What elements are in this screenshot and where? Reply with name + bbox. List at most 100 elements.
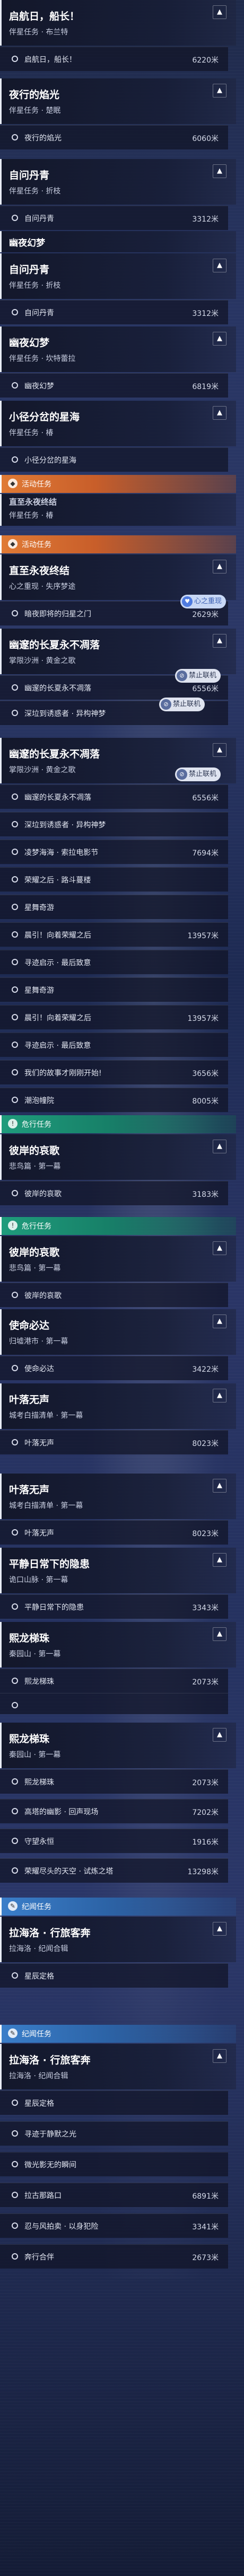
objective-row[interactable]: 自问丹青 3312米 bbox=[0, 206, 228, 230]
objective-row[interactable]: 寻迹启示 · 最后致意 bbox=[0, 950, 228, 974]
objective-row[interactable]: 彼岸的哀歌 bbox=[0, 1283, 228, 1307]
objective-row[interactable]: 幽夜幻梦 6819米 bbox=[0, 373, 228, 398]
objective-row[interactable]: 自问丹青 3312米 bbox=[0, 300, 228, 324]
objective-row[interactable]: 微光影无的瞬间 bbox=[0, 2152, 228, 2176]
collapse-chevron-icon[interactable]: ▲ bbox=[213, 1315, 226, 1328]
quest-header[interactable]: 熙龙梯珠 秦园山 · 第一幕 ▲ bbox=[0, 1622, 236, 1668]
objective-row[interactable]: 星舞奇游 bbox=[0, 977, 228, 1002]
quest-header[interactable]: 熙龙梯珠 秦园山 · 第一幕 ▲ bbox=[0, 1723, 236, 1768]
collapse-chevron-icon[interactable]: ▲ bbox=[213, 1728, 226, 1742]
objective-row[interactable]: 晨引！向着荣耀之后 13957米 bbox=[0, 1005, 228, 1029]
disconnect-badge[interactable]: ⊘ 禁止联机 bbox=[159, 698, 205, 711]
objective-text: 寻迹启示 · 最后致意 bbox=[24, 1042, 91, 1050]
quest-header[interactable]: 幽邃的长夏永不凋落 掌限沙洲 · 黄金之歌 ▲ bbox=[0, 629, 236, 674]
objective-row[interactable]: 荣耀之后 · 路斗蔓楼 bbox=[0, 867, 228, 892]
quest-header[interactable]: 平静日常下的隐患 诡口山脉 · 第一幕 ▲ bbox=[0, 1548, 236, 1593]
collapse-chevron-icon[interactable]: ▲ bbox=[213, 1389, 226, 1402]
objective-row[interactable]: 叶落无声 8023米 bbox=[0, 1520, 228, 1545]
section-record[interactable]: ✎ 纪闻任务 bbox=[0, 1898, 236, 1916]
objective-row[interactable]: 高塔的幽影 · 回声现场 7202米 bbox=[0, 1799, 228, 1823]
collapse-chevron-icon[interactable]: ▲ bbox=[213, 84, 226, 98]
objective-row[interactable]: 守望永恒 1916米 bbox=[0, 1829, 228, 1853]
section-activity[interactable]: ◆ 活动任务 bbox=[0, 475, 236, 493]
quest-header-partial[interactable]: 幽夜幻梦 bbox=[0, 231, 236, 252]
objective-distance: 3183米 bbox=[192, 1190, 219, 1199]
quest-subtitle: 伴星任务 · 坎特蕾拉 bbox=[9, 355, 76, 363]
objective-row[interactable]: 奔行合伴 2673米 bbox=[0, 2244, 228, 2269]
objective-row[interactable]: 熙龙梯珠 2073米 bbox=[0, 1669, 228, 1693]
collapse-chevron-icon[interactable]: ▲ bbox=[213, 560, 226, 574]
objective-row[interactable]: 忍与风拍卖 · 以身犯险 3341米 bbox=[0, 2213, 228, 2238]
quest-header[interactable]: 自问丹青 伴星任务 · 折枝 ▲ bbox=[0, 253, 236, 299]
section-dangerous[interactable]: ! 危行任务 bbox=[0, 1217, 236, 1235]
objective-row[interactable]: 拉古那路口 6891米 bbox=[0, 2183, 228, 2207]
disconnect-badge[interactable]: ⊘ 禁止联机 bbox=[175, 669, 221, 683]
quest-header[interactable]: 使命必达 归墟港市 · 第一幕 ▲ bbox=[0, 1309, 236, 1355]
objective-row[interactable]: 潮泡幢院 8005米 bbox=[0, 1088, 228, 1112]
objective-row[interactable]: 星辰定格 bbox=[0, 1963, 228, 1988]
collapse-chevron-icon[interactable]: ▲ bbox=[213, 634, 226, 648]
quest-header[interactable]: 拉海洛 · 行旅客奔 拉海洛 · 纪闻合辑 ▲ bbox=[0, 1917, 236, 1962]
objective-ring-icon bbox=[12, 1365, 18, 1371]
objective-row[interactable]: 彼岸的哀歌 3183米 bbox=[0, 1181, 228, 1205]
objective-row[interactable]: 寻迹于静默之光 bbox=[0, 2121, 228, 2146]
quest-title: 启航日，船长！ bbox=[9, 11, 80, 22]
collapse-chevron-icon[interactable]: ▲ bbox=[213, 2049, 226, 2063]
quest-header[interactable]: 拉海洛 · 行旅客奔 拉海洛 · 纪闻合辑 ▲ bbox=[0, 2044, 236, 2089]
objective-ring-icon bbox=[12, 2222, 18, 2229]
quest-header[interactable]: 叶落无声 城考白描清单 · 第一幕 ▲ bbox=[0, 1474, 236, 1519]
quest-header[interactable]: 彼岸的哀歌 悲鸟篇 · 第一幕 ▲ bbox=[0, 1236, 236, 1282]
objective-row[interactable]: 启航日，船长！ 6220米 bbox=[0, 47, 228, 71]
collapse-chevron-icon[interactable]: ▲ bbox=[213, 743, 226, 757]
objective-row[interactable]: 幽邃的长夏永不凋落 6556米 bbox=[0, 784, 228, 809]
objective-row[interactable]: 使命必达 3422米 bbox=[0, 1356, 228, 1380]
objective-row[interactable]: 夜行的焰光 6060米 bbox=[0, 125, 228, 149]
collapse-chevron-icon[interactable]: ▲ bbox=[213, 1479, 226, 1493]
quest-header[interactable]: 幽夜幻梦 伴星任务 · 坎特蕾拉 ▲ bbox=[0, 327, 236, 372]
objective-ring-icon bbox=[12, 309, 18, 315]
heart-recall-badge[interactable]: ♥ 心之重现 bbox=[180, 595, 226, 608]
section-record[interactable]: ✎ 纪闻任务 bbox=[0, 2025, 236, 2043]
objective-ring-icon bbox=[12, 684, 18, 691]
quest-header[interactable]: 直至永夜终结 心之重现 · 失序梦途 ▲ bbox=[0, 554, 236, 600]
collapse-chevron-icon[interactable]: ▲ bbox=[213, 1627, 226, 1641]
objective-row[interactable]: 寻迹启示 · 最后致意 bbox=[0, 1033, 228, 1057]
quest-header-partial[interactable]: 直至永夜终结 伴星任务 · 椿 bbox=[0, 494, 236, 526]
collapse-chevron-icon[interactable]: ▲ bbox=[213, 259, 226, 272]
section-activity[interactable]: ◆ 活动任务 bbox=[0, 535, 236, 553]
quest-header[interactable]: 彼岸的哀歌 悲鸟篇 · 第一幕 ▲ bbox=[0, 1134, 236, 1180]
quest-header[interactable]: 夜行的焰光 伴星任务 · 楚眠 ▲ bbox=[0, 78, 236, 124]
collapse-chevron-icon[interactable]: ▲ bbox=[213, 164, 226, 178]
objective-text: 夜行的焰光 bbox=[24, 134, 62, 143]
collapse-chevron-icon[interactable]: ▲ bbox=[213, 1922, 226, 1936]
quest-title: 彼岸的哀歌 bbox=[9, 1247, 60, 1258]
collapse-chevron-icon[interactable]: ▲ bbox=[213, 332, 226, 346]
objective-row[interactable]: 叶落无声 8023米 bbox=[0, 1430, 228, 1454]
collapse-chevron-icon[interactable]: ▲ bbox=[213, 5, 226, 19]
objective-row[interactable]: 深垃到诱惑者 · 异构神梦 bbox=[0, 812, 228, 836]
objective-row[interactable]: 荣耀尽头的天空 · 试炼之塔 13298米 bbox=[0, 1858, 228, 1883]
objective-row[interactable]: 我们的故事才刚刚开始! 3656米 bbox=[0, 1060, 228, 1084]
quest-header[interactable]: 自问丹青 伴星任务 · 折枝 ▲ bbox=[0, 159, 236, 205]
collapse-chevron-icon[interactable]: ▲ bbox=[213, 406, 226, 420]
objective-row[interactable]: 平静日常下的隐患 3343米 bbox=[0, 1594, 228, 1619]
quest-header[interactable]: 小径分岔的星海 伴星任务 · 椿 ▲ bbox=[0, 401, 236, 446]
collapse-chevron-icon[interactable]: ▲ bbox=[213, 1553, 226, 1567]
danger-icon: ! bbox=[8, 1221, 18, 1230]
objective-row[interactable]: 小径分岔的星海 bbox=[0, 447, 228, 472]
objective-row[interactable]: 凌梦海海 · 索拉电影节 7694米 bbox=[0, 840, 228, 864]
section-dangerous[interactable]: ! 危行任务 bbox=[0, 1115, 236, 1133]
collapse-chevron-icon[interactable]: ▲ bbox=[213, 1241, 226, 1255]
objective-text: 彼岸的哀歌 bbox=[24, 1190, 62, 1198]
disconnect-badge[interactable]: ⊘ 禁止联机 bbox=[175, 767, 221, 781]
objective-row[interactable] bbox=[0, 1693, 228, 1714]
quest-header[interactable]: 叶落无声 城考白描清单 · 第一幕 ▲ bbox=[0, 1383, 236, 1429]
objective-ring-icon bbox=[12, 56, 18, 62]
objective-ring-icon bbox=[12, 1838, 18, 1844]
quest-header[interactable]: 启航日，船长！ 伴星任务 · 布兰特 ▲ bbox=[0, 0, 236, 46]
objective-row[interactable]: 星舞奇游 bbox=[0, 895, 228, 919]
collapse-chevron-icon[interactable]: ▲ bbox=[213, 1140, 226, 1153]
objective-row[interactable]: 熙龙梯珠 2073米 bbox=[0, 1769, 228, 1794]
objective-row[interactable]: 星辰定格 bbox=[0, 2090, 228, 2115]
objective-row[interactable]: 晨引！向着荣耀之后 13957米 bbox=[0, 922, 228, 947]
